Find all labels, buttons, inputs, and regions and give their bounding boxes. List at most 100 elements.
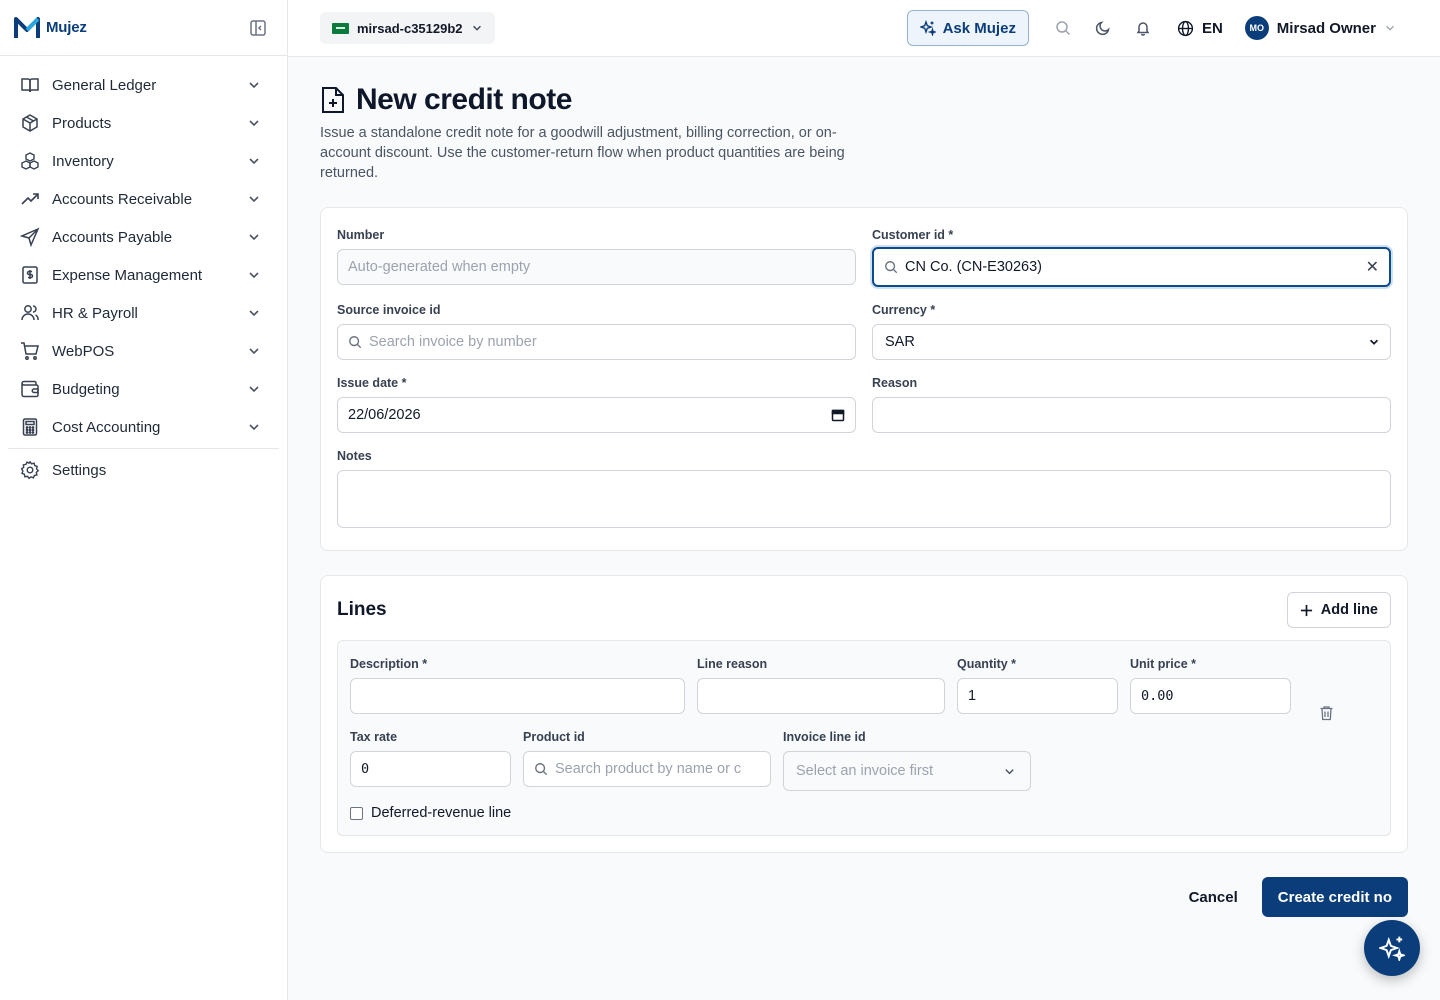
page-description: Issue a standalone credit note for a goo… (320, 125, 845, 181)
currency-label: Currency * (872, 303, 936, 317)
product-search-input[interactable]: Search product by name or c (523, 751, 771, 787)
sidebar-item-inventory[interactable]: Inventory (8, 142, 279, 180)
line-item: Description * Line reason Quantity * 1 U… (337, 640, 1391, 836)
issue-date-field-group: Issue date * 22/06/2026 (337, 376, 856, 433)
sidebar-item-webpos[interactable]: WebPOS (8, 332, 279, 370)
search-button[interactable] (1043, 10, 1083, 46)
chevron-down-icon (1005, 768, 1014, 774)
product-field-group: Product id Search product by name or c (523, 730, 771, 791)
brand-logo-link[interactable]: Mujez (14, 15, 87, 41)
lines-section: Lines Add line Description * Line reason… (320, 575, 1408, 853)
mujez-logo-icon (14, 16, 40, 38)
org-switcher[interactable]: mirsad-c35129b2 (320, 12, 495, 44)
notes-textarea[interactable] (337, 470, 1391, 528)
source-invoice-field-group: Source invoice id Search invoice by numb… (337, 303, 856, 360)
notes-label: Notes (337, 449, 372, 463)
deferred-revenue-row: Deferred-revenue line (350, 805, 1378, 821)
theme-toggle-button[interactable] (1083, 10, 1123, 46)
unit-price-label: Unit price * (1130, 657, 1196, 671)
create-credit-note-button[interactable]: Create credit no (1261, 877, 1408, 917)
cancel-button[interactable]: Cancel (1189, 889, 1238, 906)
brand-name: Mujez (46, 19, 87, 36)
source-invoice-label: Source invoice id (337, 303, 441, 317)
tax-rate-input[interactable]: 0 (350, 751, 511, 787)
globe-icon (1177, 20, 1194, 36)
trending-up-icon (21, 193, 39, 205)
currency-value: SAR (885, 334, 915, 350)
sidebar-item-general-ledger[interactable]: General Ledger (8, 66, 279, 104)
chevron-down-icon (249, 234, 259, 241)
sidebar-item-label: Accounts Payable (52, 228, 173, 246)
notes-field-group: Notes (337, 449, 1391, 528)
chevron-down-icon (249, 348, 259, 355)
currency-field-group: Currency * SAR (872, 303, 1391, 360)
sidebar-item-label: WebPOS (52, 342, 115, 360)
sidebar-divider (8, 448, 279, 449)
notifications-button[interactable] (1123, 10, 1163, 46)
source-invoice-input[interactable]: Search invoice by number (337, 324, 856, 360)
sidebar-item-hr-payroll[interactable]: HR & Payroll (8, 294, 279, 332)
sparkles-icon (1379, 936, 1405, 961)
receipt-icon (22, 266, 38, 284)
page-title: New credit note (356, 83, 572, 116)
lines-header: Lines Add line (337, 592, 1391, 628)
sidebar-item-accounts-receivable[interactable]: Accounts Receivable (8, 180, 279, 218)
deferred-revenue-checkbox[interactable] (350, 806, 363, 820)
sidebar-item-expense-management[interactable]: Expense Management (8, 256, 279, 294)
language-switcher[interactable]: EN (1177, 20, 1223, 37)
plus-icon (1300, 604, 1312, 616)
add-line-button[interactable]: Add line (1286, 592, 1391, 628)
chevron-down-icon (249, 120, 259, 127)
chevron-down-icon (249, 82, 259, 89)
quantity-value: 1 (968, 688, 977, 704)
sidebar-item-budgeting[interactable]: Budgeting (8, 370, 279, 408)
line-reason-field-group: Line reason (697, 657, 945, 714)
customer-input[interactable]: CN Co. (CN-E30263) ✕ (872, 247, 1391, 287)
sidebar-collapse-icon[interactable] (249, 19, 267, 37)
product-placeholder: Search product by name or c (555, 761, 742, 777)
delete-line-button[interactable] (1303, 657, 1349, 730)
sidebar-item-products[interactable]: Products (8, 104, 279, 142)
currency-select[interactable]: SAR (872, 324, 1391, 360)
add-line-label: Add line (1320, 602, 1378, 618)
customer-label: Customer id * (872, 228, 954, 242)
form-actions: Cancel Create credit no (320, 877, 1408, 917)
description-label: Description * (350, 657, 428, 671)
tax-rate-field-group: Tax rate 0 (350, 730, 511, 791)
sidebar-item-accounts-payable[interactable]: Accounts Payable (8, 218, 279, 256)
chevron-down-icon (472, 25, 481, 31)
clear-icon[interactable]: ✕ (1366, 257, 1379, 277)
number-input[interactable]: Auto-generated when empty (337, 249, 856, 285)
user-name: Mirsad Owner (1276, 19, 1376, 37)
chevron-down-icon (249, 158, 259, 165)
search-icon (349, 336, 362, 349)
invoice-line-select[interactable]: Select an invoice first (783, 751, 1031, 791)
moon-icon (1095, 21, 1110, 36)
sidebar-item-cost-accounting[interactable]: Cost Accounting (8, 408, 279, 446)
description-input[interactable] (350, 678, 685, 714)
ai-assistant-fab[interactable] (1364, 920, 1420, 976)
user-menu[interactable]: MO Mirsad Owner (1244, 16, 1396, 40)
sidebar-item-label: Settings (52, 461, 107, 479)
calculator-icon (22, 418, 38, 436)
issue-date-value: 22/06/2026 (348, 407, 421, 423)
avatar: MO (1244, 16, 1269, 40)
line-reason-input[interactable] (697, 678, 945, 714)
search-icon (535, 763, 548, 776)
reason-input[interactable] (872, 397, 1391, 433)
source-invoice-placeholder: Search invoice by number (369, 334, 537, 350)
quantity-field-group: Quantity * 1 (957, 657, 1118, 714)
sparkles-icon (919, 20, 936, 36)
lines-title: Lines (337, 599, 387, 620)
unit-price-input[interactable]: 0.00 (1130, 678, 1291, 714)
chevron-down-icon (1386, 25, 1394, 31)
number-placeholder: Auto-generated when empty (348, 259, 531, 275)
description-field-group: Description * (350, 657, 685, 714)
ask-mujez-button[interactable]: Ask Mujez (906, 10, 1029, 46)
sidebar-item-settings[interactable]: Settings (8, 451, 279, 489)
issue-date-input[interactable]: 22/06/2026 (337, 397, 856, 433)
search-icon (885, 261, 898, 274)
calendar-icon[interactable] (831, 408, 845, 422)
brand-header: Mujez (0, 0, 287, 56)
quantity-input[interactable]: 1 (957, 678, 1118, 714)
